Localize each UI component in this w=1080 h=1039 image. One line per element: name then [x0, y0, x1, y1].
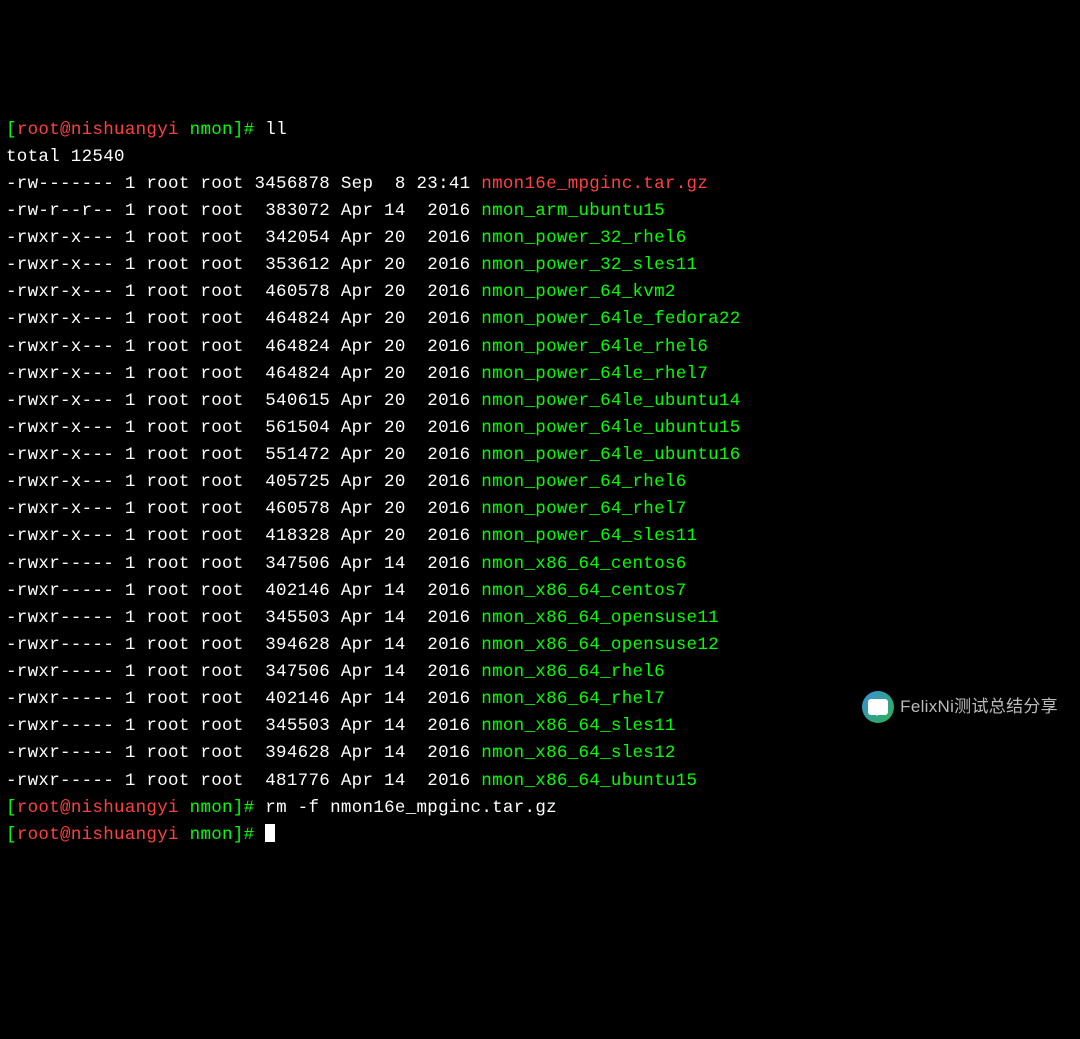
file-row: -rwxr----- 1 root root 481776 Apr 14 201… — [6, 768, 1074, 795]
file-name: nmon_power_32_sles11 — [481, 255, 697, 275]
file-name: nmon_x86_64_sles11 — [481, 716, 675, 736]
file-row: -rwxr-x--- 1 root root 551472 Apr 20 201… — [6, 442, 1074, 469]
file-row: -rwxr-x--- 1 root root 460578 Apr 20 201… — [6, 496, 1074, 523]
file-row: -rwxr----- 1 root root 394628 Apr 14 201… — [6, 632, 1074, 659]
file-name: nmon_power_64le_rhel6 — [481, 337, 708, 357]
command-ll: ll — [265, 120, 287, 140]
terminal-output[interactable]: [root@nishuangyi nmon]# lltotal 12540-rw… — [6, 117, 1074, 849]
file-name: nmon_x86_64_rhel6 — [481, 662, 665, 682]
file-name: nmon_arm_ubuntu15 — [481, 201, 665, 221]
command-rm: rm -f nmon16e_mpginc.tar.gz — [265, 798, 557, 818]
file-name: nmon_x86_64_centos6 — [481, 554, 686, 574]
file-row: -rwxr-x--- 1 root root 561504 Apr 20 201… — [6, 415, 1074, 442]
file-name: nmon16e_mpginc.tar.gz — [481, 174, 708, 194]
file-row: -rwxr-x--- 1 root root 405725 Apr 20 201… — [6, 469, 1074, 496]
file-row: -rwxr-x--- 1 root root 460578 Apr 20 201… — [6, 279, 1074, 306]
wechat-icon — [862, 691, 894, 723]
file-name: nmon_power_64le_rhel7 — [481, 364, 708, 384]
file-row: -rw-r--r-- 1 root root 383072 Apr 14 201… — [6, 198, 1074, 225]
file-row: -rwxr-x--- 1 root root 464824 Apr 20 201… — [6, 306, 1074, 333]
file-row: -rwxr-x--- 1 root root 540615 Apr 20 201… — [6, 388, 1074, 415]
watermark-text: FelixNi测试总结分享 — [900, 694, 1058, 720]
file-name: nmon_power_64le_ubuntu14 — [481, 391, 740, 411]
file-row: -rw------- 1 root root 3456878 Sep 8 23:… — [6, 171, 1074, 198]
file-name: nmon_power_64le_fedora22 — [481, 309, 740, 329]
file-row: -rwxr-x--- 1 root root 353612 Apr 20 201… — [6, 252, 1074, 279]
file-name: nmon_power_64_rhel7 — [481, 499, 686, 519]
file-name: nmon_x86_64_rhel7 — [481, 689, 665, 709]
file-row: -rwxr-x--- 1 root root 464824 Apr 20 201… — [6, 361, 1074, 388]
file-name: nmon_power_32_rhel6 — [481, 228, 686, 248]
file-row: -rwxr-x--- 1 root root 418328 Apr 20 201… — [6, 523, 1074, 550]
file-row: -rwxr-x--- 1 root root 342054 Apr 20 201… — [6, 225, 1074, 252]
cursor[interactable] — [265, 824, 275, 842]
file-name: nmon_power_64le_ubuntu16 — [481, 445, 740, 465]
file-name: nmon_power_64le_ubuntu15 — [481, 418, 740, 438]
file-row: -rwxr----- 1 root root 345503 Apr 14 201… — [6, 605, 1074, 632]
file-name: nmon_power_64_rhel6 — [481, 472, 686, 492]
total-line: total 12540 — [6, 144, 1074, 171]
file-name: nmon_x86_64_opensuse12 — [481, 635, 719, 655]
file-name: nmon_x86_64_opensuse11 — [481, 608, 719, 628]
file-name: nmon_power_64_kvm2 — [481, 282, 675, 302]
file-row: -rwxr-x--- 1 root root 464824 Apr 20 201… — [6, 334, 1074, 361]
watermark: FelixNi测试总结分享 — [858, 689, 1062, 725]
file-row: -rwxr----- 1 root root 347506 Apr 14 201… — [6, 551, 1074, 578]
file-name: nmon_power_64_sles11 — [481, 526, 697, 546]
file-row: -rwxr----- 1 root root 402146 Apr 14 201… — [6, 578, 1074, 605]
file-name: nmon_x86_64_centos7 — [481, 581, 686, 601]
file-name: nmon_x86_64_ubuntu15 — [481, 771, 697, 791]
file-row: -rwxr----- 1 root root 394628 Apr 14 201… — [6, 740, 1074, 767]
file-row: -rwxr----- 1 root root 347506 Apr 14 201… — [6, 659, 1074, 686]
file-name: nmon_x86_64_sles12 — [481, 743, 675, 763]
